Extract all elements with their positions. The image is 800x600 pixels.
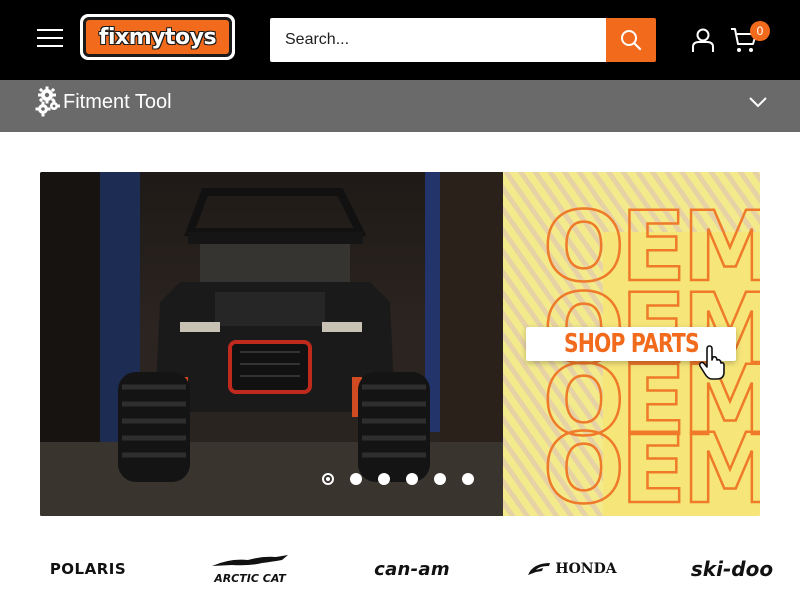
brand-can-am[interactable]: can-am [358,552,466,586]
logo-text: fixmytoys [98,24,217,50]
brand-honda[interactable]: HONDA [520,552,624,586]
hand-cursor-icon [698,345,725,380]
brand-polaris[interactable]: POLARIS [40,552,136,586]
brand-arctic-cat-text: ARCTIC CAT [214,571,286,585]
slide-dot[interactable] [322,473,334,485]
brand-ski-doo-text: ski-doo [690,557,774,581]
brand-polaris-text: POLARIS [49,560,127,578]
search-icon [621,30,642,51]
oem-word: OEM [543,413,760,516]
slide-dot[interactable] [462,473,474,485]
search-bar [270,18,656,62]
slider-pagination [322,473,474,485]
slide-dot[interactable] [350,473,362,485]
menu-icon[interactable] [37,29,63,51]
chevron-down-icon[interactable] [748,95,768,109]
utv-illustration [40,172,503,516]
brand-can-am-text: can-am [374,558,450,580]
brand-honda-text: HONDA [555,561,617,577]
hero-photo-utv [40,172,503,516]
shop-parts-label: SHOP PARTS [563,329,700,359]
brand-ski-doo[interactable]: ski-doo [680,552,784,586]
logo-badge: fixmytoys [83,17,232,57]
honda-wing-icon [528,563,551,575]
slide-dot[interactable] [434,473,446,485]
search-input[interactable] [270,18,606,62]
account-icon[interactable] [690,27,716,53]
fitment-tool-label: Fitment Tool [63,91,172,113]
arctic-cat-leaping-cat-icon [212,554,288,566]
search-button[interactable] [606,18,656,62]
brand-arctic-cat[interactable]: ARCTIC CAT [205,552,295,586]
slide-dot[interactable] [378,473,390,485]
site-logo[interactable]: fixmytoys [80,14,235,60]
slide-dot[interactable] [406,473,418,485]
cart-count-badge[interactable]: 0 [750,21,770,41]
gears-icon [35,86,60,117]
